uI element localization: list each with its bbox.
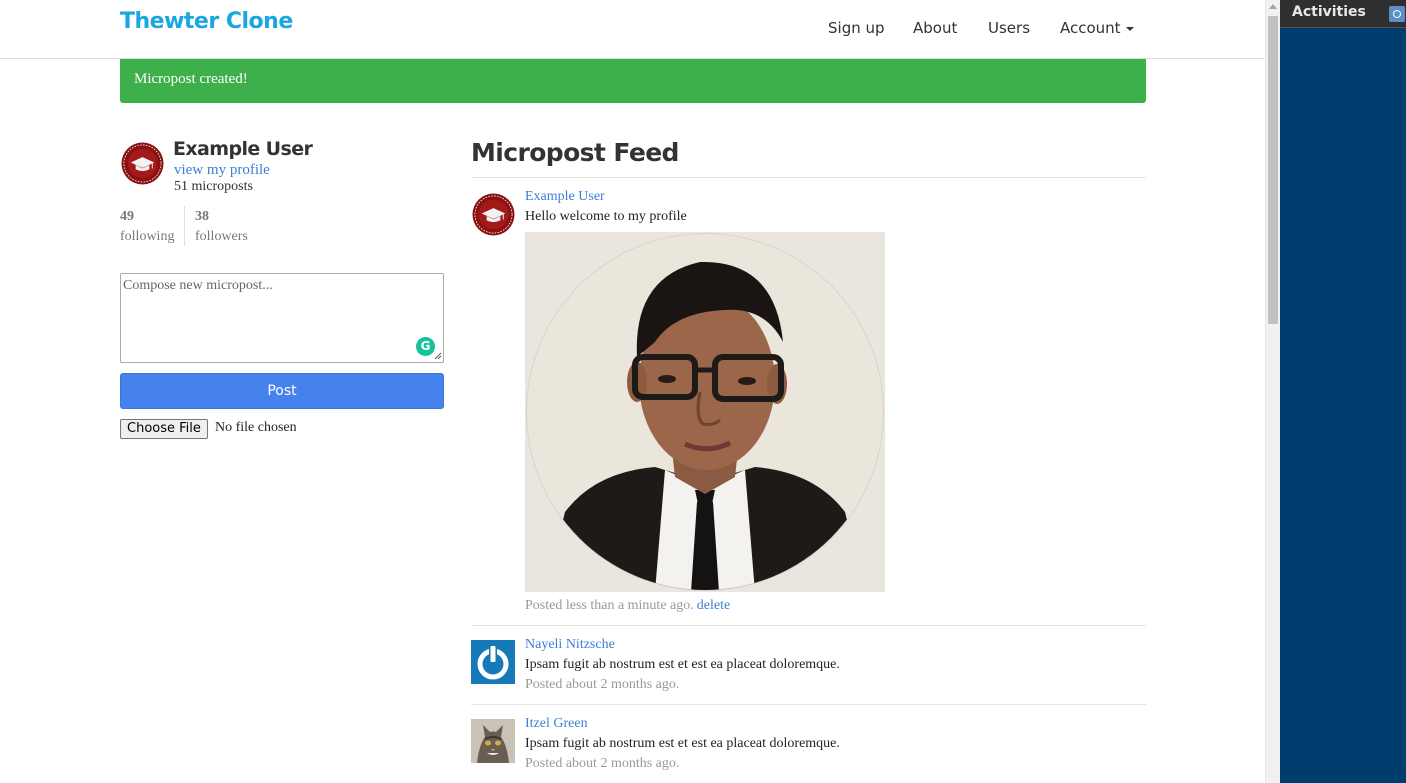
feed-timestamp: Posted about 2 months ago. bbox=[525, 756, 680, 771]
feed-time-text: Posted less than a minute ago. bbox=[525, 598, 694, 613]
side-panel-header: Activities bbox=[1280, 0, 1406, 28]
delete-link[interactable]: delete bbox=[697, 598, 730, 613]
stats-divider bbox=[184, 206, 185, 246]
resize-grip-icon[interactable] bbox=[434, 352, 442, 360]
feed-avatar[interactable] bbox=[472, 193, 515, 236]
brand-logo[interactable]: Thewter Clone bbox=[120, 9, 293, 34]
followers-count: 38 bbox=[195, 209, 209, 224]
browser-page: Thewter Clone Sign up About Users Accoun… bbox=[0, 0, 1265, 783]
nav-users-link[interactable]: Users bbox=[988, 19, 1030, 37]
feed-divider bbox=[471, 704, 1146, 705]
cat-avatar[interactable] bbox=[471, 719, 515, 763]
page-scrollbar[interactable] bbox=[1265, 0, 1280, 783]
side-panel: Activities bbox=[1280, 0, 1406, 783]
search-icon[interactable] bbox=[1389, 6, 1405, 22]
scroll-thumb[interactable] bbox=[1268, 16, 1278, 324]
account-label: Account bbox=[1060, 19, 1121, 37]
activities-button[interactable]: Activities bbox=[1292, 4, 1366, 20]
nav-about-link[interactable]: About bbox=[913, 19, 957, 37]
feed-content: Ipsam fugit ab nostrum est et est ea pla… bbox=[525, 657, 840, 672]
feed-content: Hello welcome to my profile bbox=[525, 209, 687, 224]
success-alert: Micropost created! bbox=[120, 59, 1146, 103]
followers-label: followers bbox=[195, 229, 248, 244]
feed-content: Ipsam fugit ab nostrum est et est ea pla… bbox=[525, 736, 840, 751]
feed-user-link[interactable]: Nayeli Nitzsche bbox=[525, 637, 615, 653]
feed-timestamp: Posted less than a minute ago. delete bbox=[525, 598, 730, 614]
post-button[interactable]: Post bbox=[120, 373, 444, 409]
power-icon[interactable] bbox=[471, 640, 515, 684]
caret-down-icon bbox=[1125, 26, 1134, 31]
post-image[interactable] bbox=[525, 232, 885, 592]
feed-divider bbox=[471, 177, 1146, 178]
nav-account-dropdown[interactable]: Account bbox=[1060, 19, 1134, 37]
grammarly-icon[interactable]: G bbox=[416, 337, 435, 356]
view-profile-link[interactable]: view my profile bbox=[174, 162, 270, 179]
file-status: No file chosen bbox=[215, 420, 297, 435]
user-name: Example User bbox=[173, 138, 313, 160]
following-stat[interactable]: 49 following bbox=[120, 207, 174, 247]
feed-divider bbox=[471, 625, 1146, 626]
followers-stat[interactable]: 38 followers bbox=[195, 207, 248, 247]
micropost-count: 51 microposts bbox=[174, 179, 253, 194]
choose-file-button[interactable]: Choose File bbox=[120, 419, 208, 439]
following-label: following bbox=[120, 229, 175, 244]
navbar: Thewter Clone Sign up About Users Accoun… bbox=[0, 0, 1265, 59]
scroll-up-arrow-icon[interactable] bbox=[1269, 4, 1277, 9]
nav-signup-link[interactable]: Sign up bbox=[828, 19, 885, 37]
feed-user-link[interactable]: Itzel Green bbox=[525, 716, 588, 732]
following-count: 49 bbox=[120, 209, 134, 224]
feed-user-link[interactable]: Example User bbox=[525, 189, 605, 205]
feed-title: Micropost Feed bbox=[471, 138, 679, 167]
compose-textarea[interactable] bbox=[120, 273, 444, 363]
feed-timestamp: Posted about 2 months ago. bbox=[525, 677, 680, 692]
user-avatar[interactable] bbox=[121, 142, 164, 185]
